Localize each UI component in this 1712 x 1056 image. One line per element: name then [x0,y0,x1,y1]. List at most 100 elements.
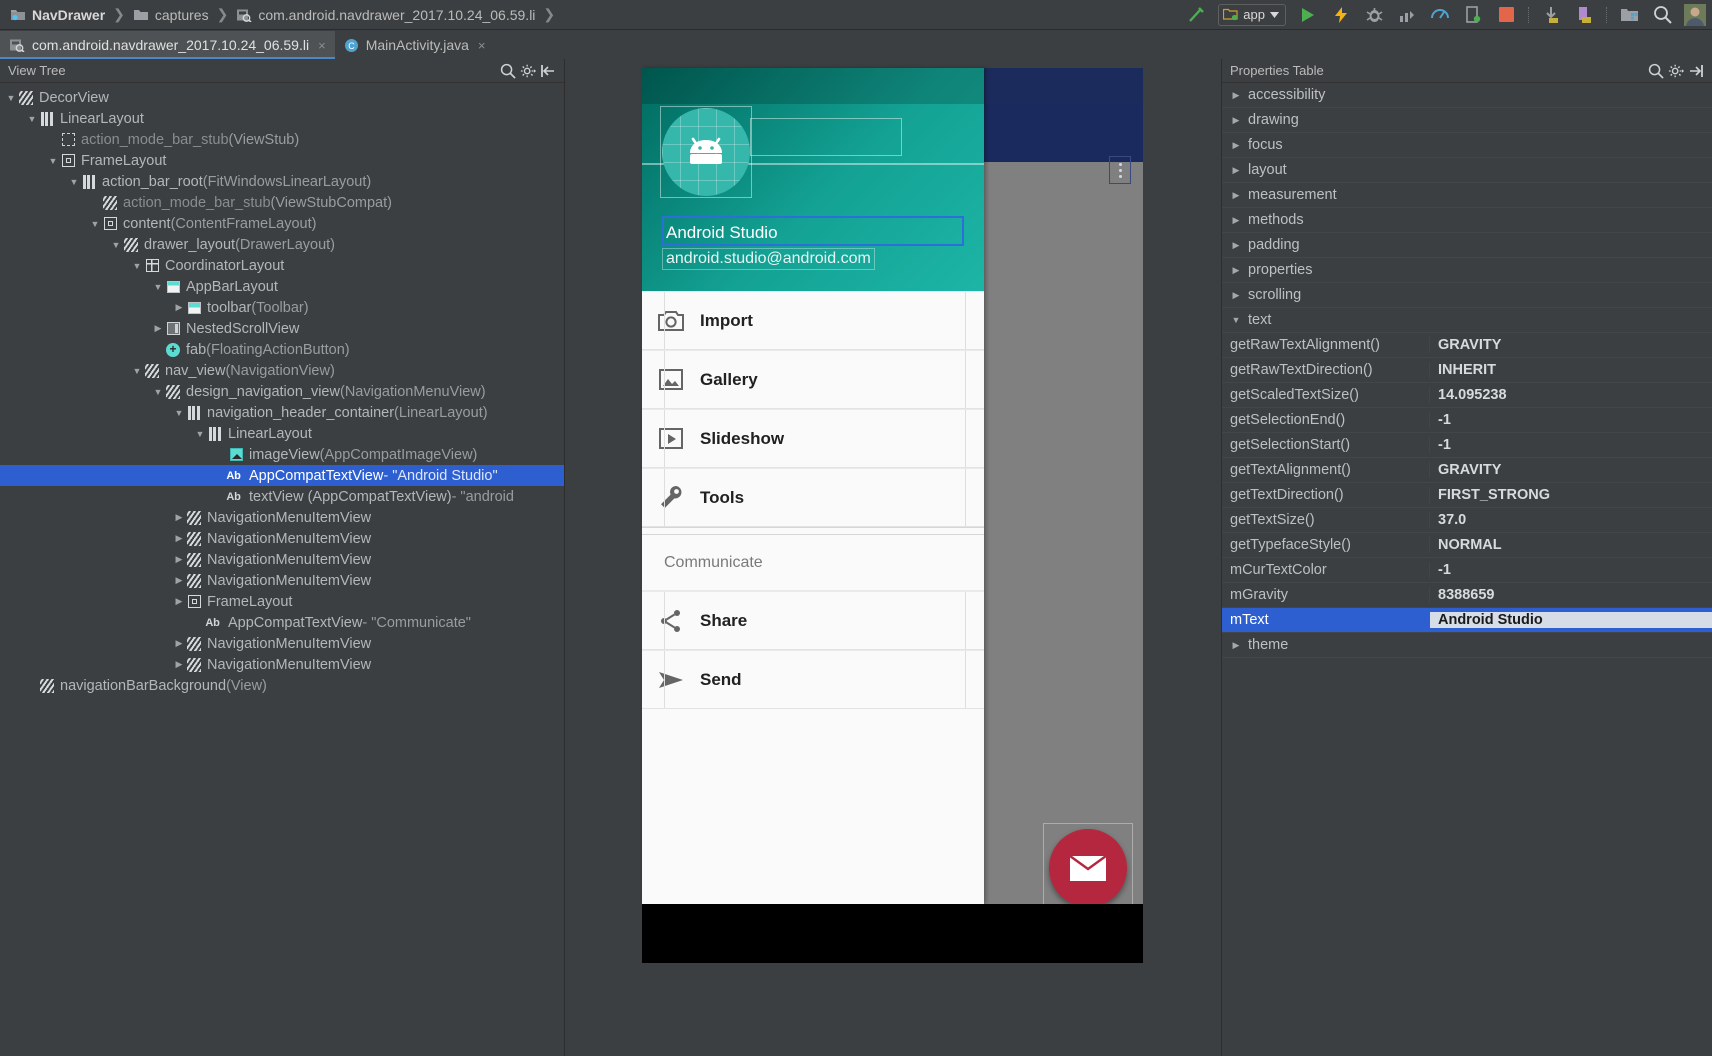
view-tree-row[interactable]: ▶ toolbar (Toolbar) [0,297,564,318]
tab-layout-capture[interactable]: com.android.navdrawer_2017.10.24_06.59.l… [0,31,335,59]
chevron-right-icon[interactable]: ▶ [1230,190,1242,201]
header-user-name[interactable]: Android Studio [662,216,964,246]
view-tree-row[interactable]: ▼ drawer_layout (DrawerLayout) [0,234,564,255]
property-value-cell[interactable]: INHERIT [1429,362,1712,378]
view-tree-row[interactable]: Ab textView (AppCompatTextView) - "androi… [0,486,564,507]
view-tree-row[interactable]: ▶ NavigationMenuItemView [0,570,564,591]
property-value-cell[interactable]: GRAVITY [1429,337,1712,353]
property-group-row[interactable]: ▶ focus [1222,133,1712,158]
chevron-right-icon[interactable]: ▶ [172,512,186,523]
chevron-right-icon[interactable]: ▶ [1230,115,1242,126]
drawer-item-share[interactable]: Share [642,591,984,650]
search-icon[interactable] [498,61,518,81]
view-tree-row[interactable]: ▼ nav_view (NavigationView) [0,360,564,381]
view-tree-row[interactable]: Ab AppCompatTextView - "Communicate" [0,612,564,633]
floating-action-button[interactable] [1049,829,1127,907]
property-value-cell[interactable]: -1 [1429,412,1712,428]
property-group-row[interactable]: ▶ scrolling [1222,283,1712,308]
project-structure-icon[interactable] [1618,4,1640,26]
chevron-down-icon[interactable]: ▼ [67,177,81,187]
chevron-right-icon[interactable]: ▶ [172,533,186,544]
property-value-cell[interactable]: -1 [1429,562,1712,578]
view-tree-row[interactable]: + fab (FloatingActionButton) [0,339,564,360]
view-tree-row-selected[interactable]: Ab AppCompatTextView - "Android Studio" [0,465,564,486]
property-group-row[interactable]: ▶ methods [1222,208,1712,233]
debug-icon[interactable] [1363,4,1385,26]
property-value-cell[interactable]: NORMAL [1429,537,1712,553]
property-row-selected[interactable]: mText Android Studio [1222,608,1712,633]
drawer-item-tools[interactable]: Tools [642,468,984,527]
chevron-right-icon[interactable]: ▶ [1230,290,1242,301]
view-tree-row[interactable]: action_mode_bar_stub (ViewStubCompat) [0,192,564,213]
expand-icon[interactable] [1686,61,1706,81]
chevron-down-icon[interactable]: ▼ [151,282,165,292]
chevron-down-icon[interactable]: ▼ [151,387,165,397]
view-tree-row[interactable]: ▶ NavigationMenuItemView [0,654,564,675]
chevron-right-icon[interactable]: ▶ [1230,165,1242,176]
drawer-item-slideshow[interactable]: Slideshow [642,409,984,468]
monitor-icon[interactable] [1429,4,1451,26]
view-tree-row[interactable]: ▼ LinearLayout [0,108,564,129]
chevron-down-icon[interactable]: ▼ [109,240,123,250]
run-configuration-selector[interactable]: app [1218,3,1286,26]
property-value-cell[interactable]: FIRST_STRONG [1429,487,1712,503]
property-group-row[interactable]: ▶ drawing [1222,108,1712,133]
property-row[interactable]: getSelectionEnd() -1 [1222,408,1712,433]
view-tree-row[interactable]: ▼ content (ContentFrameLayout) [0,213,564,234]
view-tree-row[interactable]: ▼ CoordinatorLayout [0,255,564,276]
property-value-cell[interactable]: GRAVITY [1429,462,1712,478]
device-preview[interactable]: Android Studio android.studio@android.co… [642,68,1143,963]
chevron-right-icon[interactable]: ▶ [151,323,165,334]
search-icon[interactable] [1651,4,1673,26]
view-tree-row[interactable]: navigationBarBackground (View) [0,675,564,696]
property-row[interactable]: getSelectionStart() -1 [1222,433,1712,458]
chevron-right-icon[interactable]: ▶ [172,659,186,670]
view-tree-row[interactable]: ▼ action_bar_root (FitWindowsLinearLayout… [0,171,564,192]
property-group-row[interactable]: ▶ layout [1222,158,1712,183]
profile-icon[interactable] [1396,4,1418,26]
chevron-right-icon[interactable]: ▶ [172,638,186,649]
view-tree-row[interactable]: ▼ AppBarLayout [0,276,564,297]
chevron-down-icon[interactable]: ▼ [130,366,144,376]
build-hammer-icon[interactable] [1185,4,1207,26]
property-group-row[interactable]: ▶ accessibility [1222,83,1712,108]
property-row[interactable]: getRawTextDirection() INHERIT [1222,358,1712,383]
chevron-right-icon[interactable]: ▶ [1230,90,1242,101]
breadcrumb-item-capture-file[interactable]: com.android.navdrawer_2017.10.24_06.59.l… [236,7,535,23]
chevron-right-icon[interactable]: ▶ [172,596,186,607]
close-icon[interactable]: × [318,38,326,53]
sdk-download-icon[interactable] [1540,4,1562,26]
view-tree-row[interactable]: ▼ navigation_header_container (LinearLayo… [0,402,564,423]
search-icon[interactable] [1646,61,1666,81]
avatar-icon[interactable] [1684,3,1706,26]
stop-icon[interactable] [1495,4,1517,26]
view-tree-row[interactable]: ▶ NavigationMenuItemView [0,507,564,528]
chevron-right-icon[interactable]: ▶ [1230,265,1242,276]
run-icon[interactable] [1297,4,1319,26]
chevron-down-icon[interactable]: ▼ [88,219,102,229]
property-value-cell[interactable]: 8388659 [1429,587,1712,603]
property-value-cell[interactable]: 14.095238 [1429,387,1712,403]
drawer-item-import[interactable]: Import [642,291,984,350]
drawer-item-send[interactable]: Send [642,650,984,709]
view-tree-row[interactable]: ▶ NavigationMenuItemView [0,633,564,654]
chevron-down-icon[interactable]: ▼ [25,114,39,124]
close-icon[interactable]: × [478,38,486,53]
chevron-down-icon[interactable]: ▼ [172,408,186,418]
collapse-all-icon[interactable] [538,61,558,81]
property-row[interactable]: mGravity 8388659 [1222,583,1712,608]
settings-gear-icon[interactable] [518,61,538,81]
view-tree-row[interactable]: ▼ DecorView [0,87,564,108]
chevron-right-icon[interactable]: ▶ [172,302,186,313]
property-group-row[interactable]: ▶ properties [1222,258,1712,283]
chevron-down-icon[interactable]: ▼ [46,156,60,166]
property-value-cell[interactable]: -1 [1429,437,1712,453]
breadcrumb-item-project[interactable]: NavDrawer [10,7,105,23]
chevron-right-icon[interactable]: ▶ [172,575,186,586]
view-tree-row[interactable]: ▼ LinearLayout [0,423,564,444]
overflow-menu-icon[interactable] [1109,156,1131,184]
property-group-row[interactable]: ▶ padding [1222,233,1712,258]
avd-manager-icon[interactable] [1462,4,1484,26]
device-manager-icon[interactable] [1573,4,1595,26]
property-row[interactable]: getTypefaceStyle() NORMAL [1222,533,1712,558]
